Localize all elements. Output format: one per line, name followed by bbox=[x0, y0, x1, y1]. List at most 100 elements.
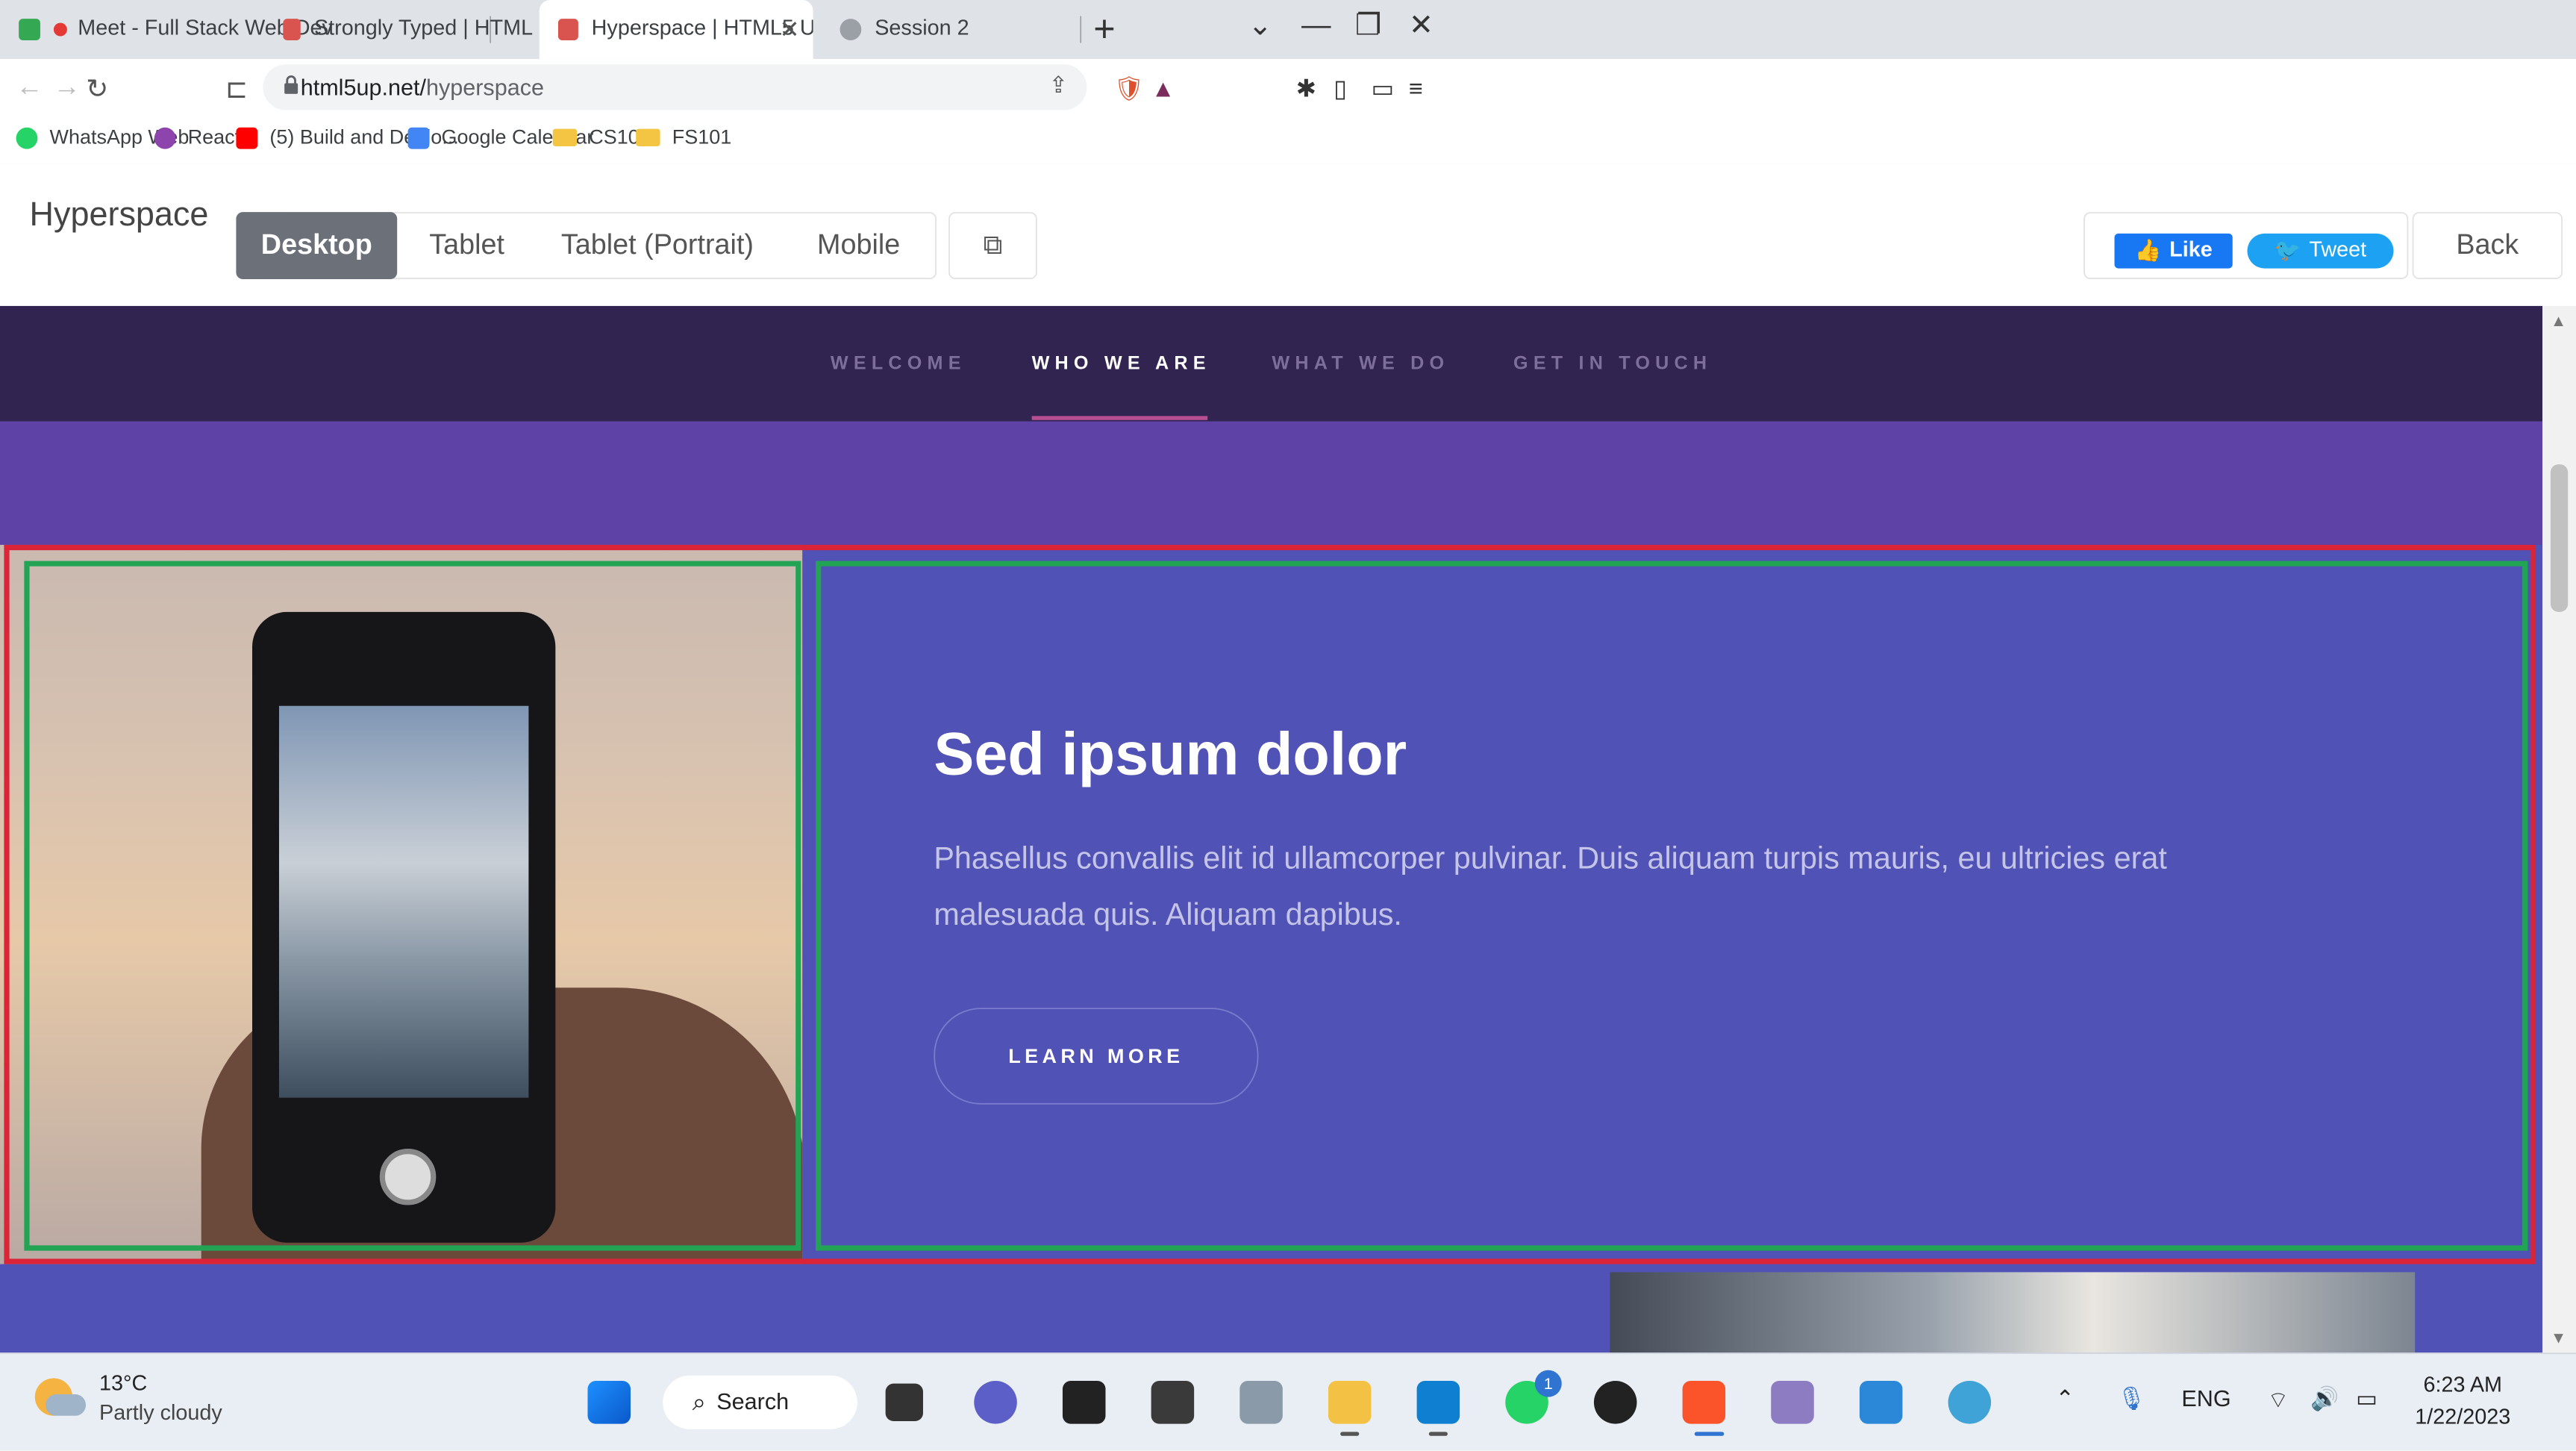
tab-strip: Meet - Full Stack Web Dev Strongly Typed… bbox=[0, 0, 2576, 60]
device-desktop-button[interactable]: Desktop bbox=[236, 212, 398, 279]
tab-strongly-typed[interactable]: Strongly Typed | HTML5 UP bbox=[264, 0, 533, 59]
reload-icon[interactable]: ↻ bbox=[86, 72, 108, 106]
back-button[interactable]: Back bbox=[2412, 212, 2563, 279]
task-view-icon[interactable] bbox=[885, 1383, 923, 1421]
facebook-like-button[interactable]: 👍 Like bbox=[2114, 233, 2233, 269]
highlight-outline-green-content bbox=[816, 561, 2528, 1251]
clock-time: 6:23 AM bbox=[2423, 1374, 2503, 1397]
language-indicator[interactable]: ENG bbox=[2181, 1386, 2230, 1413]
minimize-icon[interactable]: — bbox=[1301, 8, 1331, 43]
globe-icon bbox=[840, 19, 862, 40]
active-nav-indicator bbox=[1031, 416, 1208, 420]
volume-icon[interactable]: 🔊 bbox=[2310, 1386, 2339, 1413]
nav-welcome[interactable]: WELCOME bbox=[831, 352, 966, 373]
calendar-icon bbox=[407, 126, 430, 149]
game-controller-icon[interactable] bbox=[1771, 1381, 1814, 1424]
device-tablet-portrait-button[interactable]: Tablet (Portrait) bbox=[537, 212, 778, 279]
extensions-icon[interactable]: ✱ bbox=[1296, 75, 1316, 104]
nav-what-we-do[interactable]: WHAT WE DO bbox=[1272, 352, 1449, 373]
teams-chat-icon[interactable] bbox=[974, 1381, 1017, 1424]
youtube-icon bbox=[236, 126, 258, 149]
scroll-down-icon[interactable]: ▼ bbox=[2551, 1329, 2566, 1347]
html5up-icon bbox=[283, 19, 301, 40]
back-icon[interactable]: ← bbox=[16, 72, 43, 103]
vscode-icon[interactable] bbox=[1416, 1381, 1460, 1424]
brave-browser-icon[interactable] bbox=[1682, 1381, 1726, 1424]
scroll-up-icon[interactable]: ▲ bbox=[2551, 311, 2566, 330]
running-indicator bbox=[1428, 1432, 1448, 1436]
obs-icon[interactable] bbox=[1593, 1381, 1637, 1424]
folder-icon bbox=[636, 128, 660, 146]
tab-hyperspace[interactable]: Hyperspace | HTML5 UP ✕ bbox=[539, 0, 813, 60]
screen: Meet - Full Stack Web Dev Strongly Typed… bbox=[0, 0, 2576, 1451]
running-indicator bbox=[1340, 1432, 1360, 1436]
show-hidden-icons-icon[interactable]: ⌃ bbox=[2055, 1386, 2075, 1413]
tab-title: Strongly Typed | HTML5 UP bbox=[313, 17, 533, 40]
new-tab-icon[interactable]: + bbox=[1093, 8, 1115, 52]
bookmark-fs101[interactable]: FS101 bbox=[636, 126, 731, 149]
site-nav: WELCOME WHO WE ARE WHAT WE DO GET IN TOU… bbox=[0, 305, 2543, 422]
bookmark-label: React bbox=[187, 126, 241, 149]
tab-session-2[interactable]: Session 2 bbox=[821, 0, 1076, 59]
url-text: html5up.net/hyperspace bbox=[301, 75, 544, 102]
browser-toolbar: ← → ↻ ⊏ html5up.net/hyperspace ⇪ 🛡 ▲ ✱ ▯… bbox=[0, 59, 2576, 119]
open-external-button[interactable]: ⧉ bbox=[948, 212, 1037, 279]
bookmark-label: FS101 bbox=[672, 126, 732, 149]
globe-app-icon[interactable] bbox=[1948, 1381, 1992, 1424]
microphone-icon[interactable]: 🎙 bbox=[2117, 1386, 2146, 1413]
forward-icon[interactable]: → bbox=[54, 72, 81, 103]
recording-icon bbox=[53, 22, 67, 37]
inkscape-icon[interactable] bbox=[1239, 1381, 1283, 1424]
clock[interactable]: 6:23 AM 1/22/2023 bbox=[2415, 1370, 2510, 1435]
close-tab-icon[interactable]: ✕ bbox=[779, 16, 799, 44]
sidebar-icon[interactable]: ▯ bbox=[1334, 75, 1347, 104]
react-icon bbox=[154, 126, 176, 149]
bing-icon[interactable] bbox=[1062, 1381, 1106, 1424]
taskbar: 13°C Partly cloudy ⌕ Search 1 ⌃ 🎙 ENG ⌔ 🔊… bbox=[0, 1352, 2576, 1451]
tab-separator bbox=[1080, 16, 1082, 43]
external-link-icon: ⧉ bbox=[983, 231, 1003, 260]
brave-rewards-icon[interactable]: ▲ bbox=[1151, 75, 1175, 104]
nav-get-in-touch[interactable]: GET IN TOUCH bbox=[1513, 352, 1712, 373]
url-path: hyperspace bbox=[425, 75, 544, 101]
tab-title: Session 2 bbox=[875, 17, 969, 40]
share-icon[interactable]: ⇪ bbox=[1049, 72, 1069, 99]
brave-shields-icon[interactable]: 🛡 bbox=[1113, 75, 1144, 104]
bookmark-react[interactable]: React bbox=[154, 126, 240, 149]
battery-icon[interactable]: ▭ bbox=[2356, 1386, 2378, 1413]
scroll-thumb[interactable] bbox=[2550, 464, 2569, 612]
restore-icon[interactable]: ❐ bbox=[1355, 8, 1381, 43]
whatsapp-icon bbox=[16, 126, 38, 149]
page-scrollbar[interactable]: ▲ ▼ bbox=[2542, 305, 2576, 1353]
lock-icon bbox=[282, 75, 301, 94]
bookmarks-bar: WhatsApp Web React (5) Build and Deplo..… bbox=[0, 118, 2576, 166]
windows-start-icon[interactable] bbox=[587, 1381, 631, 1424]
site-preview: WELCOME WHO WE ARE WHAT WE DO GET IN TOU… bbox=[0, 305, 2543, 1353]
tweet-button[interactable]: 🐦 Tweet bbox=[2247, 233, 2394, 269]
next-feature-image bbox=[1610, 1272, 2416, 1353]
like-label: Like bbox=[2169, 239, 2213, 262]
device-mobile-button[interactable]: Mobile bbox=[792, 212, 926, 279]
active-app-indicator bbox=[1694, 1432, 1725, 1436]
search-icon: ⌕ bbox=[692, 1388, 706, 1415]
bookmark-icon[interactable]: ⊏ bbox=[225, 72, 248, 106]
close-window-icon[interactable]: ✕ bbox=[1409, 8, 1434, 43]
menu-icon[interactable]: ≡ bbox=[1409, 75, 1423, 104]
wallet-icon[interactable]: ▭ bbox=[1371, 75, 1394, 104]
device-tablet-button[interactable]: Tablet bbox=[413, 212, 521, 279]
meet-icon bbox=[19, 19, 40, 40]
nav-who-we-are[interactable]: WHO WE ARE bbox=[1032, 352, 1211, 373]
notification-badge: 1 bbox=[1534, 1370, 1562, 1397]
file-explorer-icon[interactable] bbox=[1328, 1381, 1372, 1424]
tweet-label: Tweet bbox=[2309, 239, 2367, 262]
wifi-icon[interactable]: ⌔ bbox=[2267, 1386, 2289, 1414]
weather-temp: 13°C bbox=[99, 1373, 148, 1396]
address-bar[interactable]: html5up.net/hyperspace ⇪ bbox=[263, 64, 1087, 110]
taskbar-search[interactable]: ⌕ Search bbox=[663, 1375, 857, 1429]
media-app-icon[interactable] bbox=[1151, 1381, 1195, 1424]
app-icon[interactable] bbox=[1859, 1381, 1903, 1424]
search-label: Search bbox=[716, 1388, 790, 1415]
twitter-bird-icon: 🐦 bbox=[2274, 240, 2301, 263]
cloud-icon bbox=[46, 1394, 87, 1416]
tab-search-icon[interactable]: ⌄ bbox=[1248, 8, 1272, 43]
